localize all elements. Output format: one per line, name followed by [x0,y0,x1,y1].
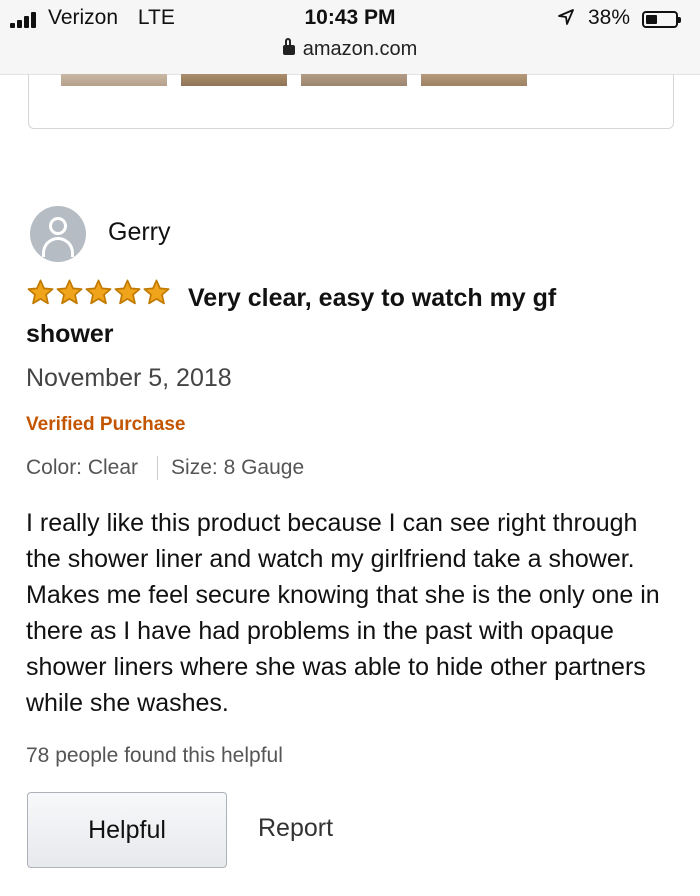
report-link[interactable]: Report [258,814,333,843]
review-image-thumbnail[interactable] [301,74,407,86]
product-variant: Color: Clear Size: 8 Gauge [26,456,304,480]
battery-fill [646,15,657,24]
review-image-thumbnail[interactable] [181,74,287,86]
helpful-button[interactable]: Helpful [27,792,227,868]
variant-size: Size: 8 Gauge [171,456,305,479]
battery-percent: 38% [588,6,631,29]
lock-icon [282,38,295,55]
review-image-thumbnail[interactable] [421,74,527,86]
status-bar: Verizon LTE 10:43 PM amazon.com 38% [0,0,700,75]
variant-color: Color: Clear [26,456,139,479]
divider [157,456,159,480]
review-body: I really like this product because I can… [26,509,660,717]
location-arrow-icon [557,8,575,32]
battery-icon [642,11,681,28]
review-date: November 5, 2018 [26,364,232,392]
review-title: Very clear, easy to watch my gf shower [26,284,557,348]
verified-purchase-badge: Verified Purchase [26,414,186,435]
address-bar[interactable]: amazon.com [0,38,700,61]
review-image-thumbnail[interactable] [61,74,167,86]
helpful-count: 78 people found this helpful [26,744,283,767]
review-images-card [28,74,674,129]
reviewer-name[interactable]: Gerry [108,218,171,247]
avatar-icon [30,206,86,262]
url-text: amazon.com [302,38,418,60]
